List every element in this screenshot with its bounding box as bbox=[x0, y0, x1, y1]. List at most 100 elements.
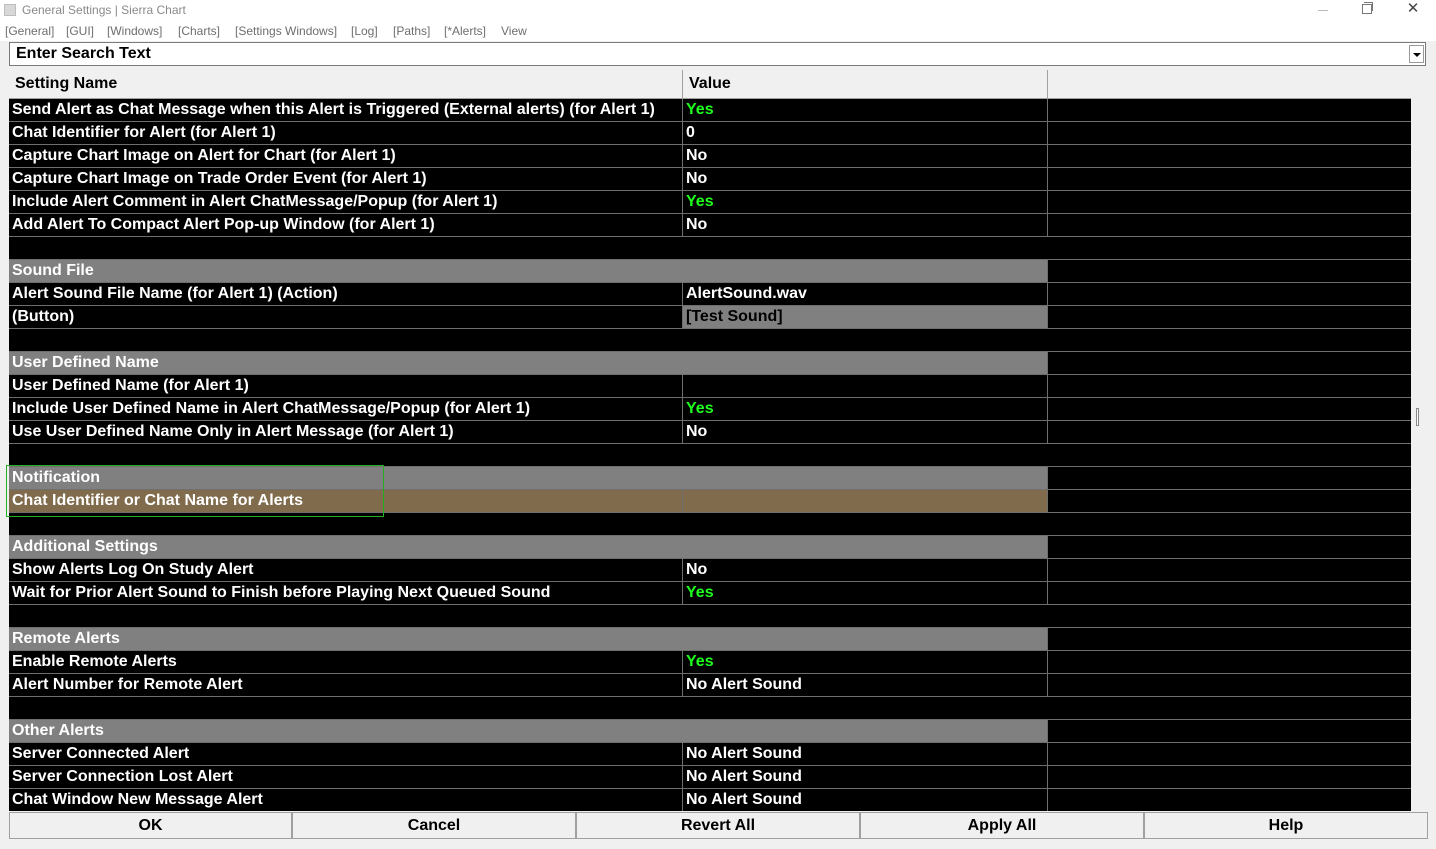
setting-value[interactable]: No bbox=[683, 214, 1048, 237]
empty-cell bbox=[1048, 766, 1411, 789]
setting-name: Add Alert To Compact Alert Pop-up Window… bbox=[9, 214, 683, 237]
setting-name: User Defined Name (for Alert 1) bbox=[9, 375, 683, 398]
setting-value bbox=[683, 513, 1048, 536]
setting-name: Alert Number for Remote Alert bbox=[9, 674, 683, 697]
menu-settings-windows[interactable]: [Settings Windows] bbox=[235, 24, 337, 38]
empty-cell bbox=[1048, 237, 1411, 260]
section-header-row[interactable]: Remote Alerts bbox=[9, 628, 1411, 651]
setting-value[interactable]: No bbox=[683, 145, 1048, 168]
setting-row[interactable]: Server Connected Alert No Alert Sound bbox=[9, 743, 1411, 766]
menu-bar: [General] [GUI] [Windows] [Charts] [Sett… bbox=[0, 21, 1436, 41]
setting-row[interactable]: Wait for Prior Alert Sound to Finish bef… bbox=[9, 582, 1411, 605]
column-header-setting-name[interactable]: Setting Name bbox=[9, 70, 683, 99]
settings-grid: Setting Name Value Send Alert as Chat Me… bbox=[9, 70, 1411, 811]
menu-charts[interactable]: [Charts] bbox=[178, 24, 220, 38]
empty-cell bbox=[1048, 720, 1411, 743]
setting-row[interactable]: Show Alerts Log On Study Alert No bbox=[9, 559, 1411, 582]
help-button[interactable]: Help bbox=[1144, 812, 1428, 839]
scrollbar-thumb[interactable] bbox=[1416, 408, 1419, 426]
setting-value[interactable]: No bbox=[683, 559, 1048, 582]
setting-value[interactable]: Yes bbox=[683, 191, 1048, 214]
empty-cell bbox=[1048, 582, 1411, 605]
setting-value[interactable]: Yes bbox=[683, 99, 1048, 122]
menu-view[interactable]: View bbox=[501, 24, 527, 38]
close-button[interactable]: ✕ bbox=[1390, 0, 1436, 21]
minimize-button[interactable] bbox=[1300, 0, 1346, 21]
menu-gui[interactable]: [GUI] bbox=[66, 24, 94, 38]
setting-row[interactable]: Send Alert as Chat Message when this Ale… bbox=[9, 99, 1411, 122]
button-bar: OK Cancel Revert All Apply All Help bbox=[9, 812, 1428, 839]
empty-cell bbox=[1048, 651, 1411, 674]
section-header-row[interactable]: User Defined Name bbox=[9, 352, 1411, 375]
setting-value[interactable]: AlertSound.wav bbox=[683, 283, 1048, 306]
setting-value bbox=[683, 444, 1048, 467]
setting-row[interactable]: (Button) [Test Sound] bbox=[9, 306, 1411, 329]
setting-row[interactable]: Capture Chart Image on Trade Order Event… bbox=[9, 168, 1411, 191]
menu-paths[interactable]: [Paths] bbox=[393, 24, 430, 38]
setting-value[interactable]: 0 bbox=[683, 122, 1048, 145]
setting-value[interactable]: Yes bbox=[683, 651, 1048, 674]
ok-button[interactable]: OK bbox=[9, 812, 292, 839]
column-header-empty bbox=[1048, 70, 1411, 99]
setting-name bbox=[9, 697, 683, 720]
menu-general[interactable]: [General] bbox=[5, 24, 54, 38]
setting-row[interactable]: Add Alert To Compact Alert Pop-up Window… bbox=[9, 214, 1411, 237]
test-sound-button[interactable]: [Test Sound] bbox=[683, 306, 1048, 329]
selection-focus-outline bbox=[6, 465, 384, 517]
menu-alerts[interactable]: [*Alerts] bbox=[444, 24, 486, 38]
setting-value[interactable]: No bbox=[683, 421, 1048, 444]
setting-row[interactable]: Chat Window New Message Alert No Alert So… bbox=[9, 789, 1411, 811]
setting-name: Wait for Prior Alert Sound to Finish bef… bbox=[9, 582, 683, 605]
setting-value[interactable]: No Alert Sound bbox=[683, 766, 1048, 789]
setting-value[interactable]: Yes bbox=[683, 398, 1048, 421]
section-header-row[interactable]: Additional Settings bbox=[9, 536, 1411, 559]
section-header-row[interactable]: Sound File bbox=[9, 260, 1411, 283]
empty-cell bbox=[1048, 329, 1411, 352]
empty-cell bbox=[1048, 352, 1411, 375]
column-header-value[interactable]: Value bbox=[683, 70, 1048, 99]
setting-row[interactable]: Use User Defined Name Only in Alert Mess… bbox=[9, 421, 1411, 444]
setting-value bbox=[683, 605, 1048, 628]
setting-name: Show Alerts Log On Study Alert bbox=[9, 559, 683, 582]
empty-cell bbox=[1048, 536, 1411, 559]
empty-cell bbox=[1048, 122, 1411, 145]
setting-row[interactable]: User Defined Name (for Alert 1) bbox=[9, 375, 1411, 398]
setting-value[interactable]: No Alert Sound bbox=[683, 789, 1048, 811]
setting-value bbox=[683, 467, 1048, 490]
setting-name: Alert Sound File Name (for Alert 1) (Act… bbox=[9, 283, 683, 306]
setting-value[interactable] bbox=[683, 490, 1048, 513]
setting-row[interactable]: Alert Number for Remote Alert No Alert So… bbox=[9, 674, 1411, 697]
menu-windows[interactable]: [Windows] bbox=[107, 24, 162, 38]
setting-name: Capture Chart Image on Alert for Chart (… bbox=[9, 145, 683, 168]
apply-all-button[interactable]: Apply All bbox=[860, 812, 1144, 839]
setting-row[interactable]: Capture Chart Image on Alert for Chart (… bbox=[9, 145, 1411, 168]
restore-button[interactable] bbox=[1344, 0, 1390, 21]
setting-value[interactable]: No Alert Sound bbox=[683, 674, 1048, 697]
setting-value[interactable]: No Alert Sound bbox=[683, 743, 1048, 766]
menu-log[interactable]: [Log] bbox=[351, 24, 378, 38]
setting-row[interactable]: Alert Sound File Name (for Alert 1) (Act… bbox=[9, 283, 1411, 306]
section-header-row[interactable]: Other Alerts bbox=[9, 720, 1411, 743]
setting-name: Send Alert as Chat Message when this Ale… bbox=[9, 99, 683, 122]
setting-value bbox=[683, 352, 1048, 375]
search-input[interactable]: Enter Search Text bbox=[9, 42, 1426, 66]
setting-row[interactable]: Chat Identifier for Alert (for Alert 1) 0 bbox=[9, 122, 1411, 145]
section-title: User Defined Name bbox=[9, 352, 683, 375]
setting-name: Capture Chart Image on Trade Order Event… bbox=[9, 168, 683, 191]
spacer-row bbox=[9, 444, 1411, 467]
setting-value[interactable] bbox=[683, 375, 1048, 398]
setting-name: Chat Identifier for Alert (for Alert 1) bbox=[9, 122, 683, 145]
setting-value[interactable]: Yes bbox=[683, 582, 1048, 605]
empty-cell bbox=[1048, 789, 1411, 811]
empty-cell bbox=[1048, 467, 1411, 490]
empty-cell bbox=[1048, 306, 1411, 329]
setting-row[interactable]: Server Connection Lost Alert No Alert Sou… bbox=[9, 766, 1411, 789]
setting-row[interactable]: Enable Remote Alerts Yes bbox=[9, 651, 1411, 674]
setting-row[interactable]: Include Alert Comment in Alert ChatMessa… bbox=[9, 191, 1411, 214]
revert-all-button[interactable]: Revert All bbox=[576, 812, 860, 839]
section-title: Sound File bbox=[9, 260, 683, 283]
setting-value[interactable]: No bbox=[683, 168, 1048, 191]
cancel-button[interactable]: Cancel bbox=[292, 812, 576, 839]
chevron-down-icon[interactable] bbox=[1409, 45, 1424, 63]
setting-row[interactable]: Include User Defined Name in Alert ChatM… bbox=[9, 398, 1411, 421]
